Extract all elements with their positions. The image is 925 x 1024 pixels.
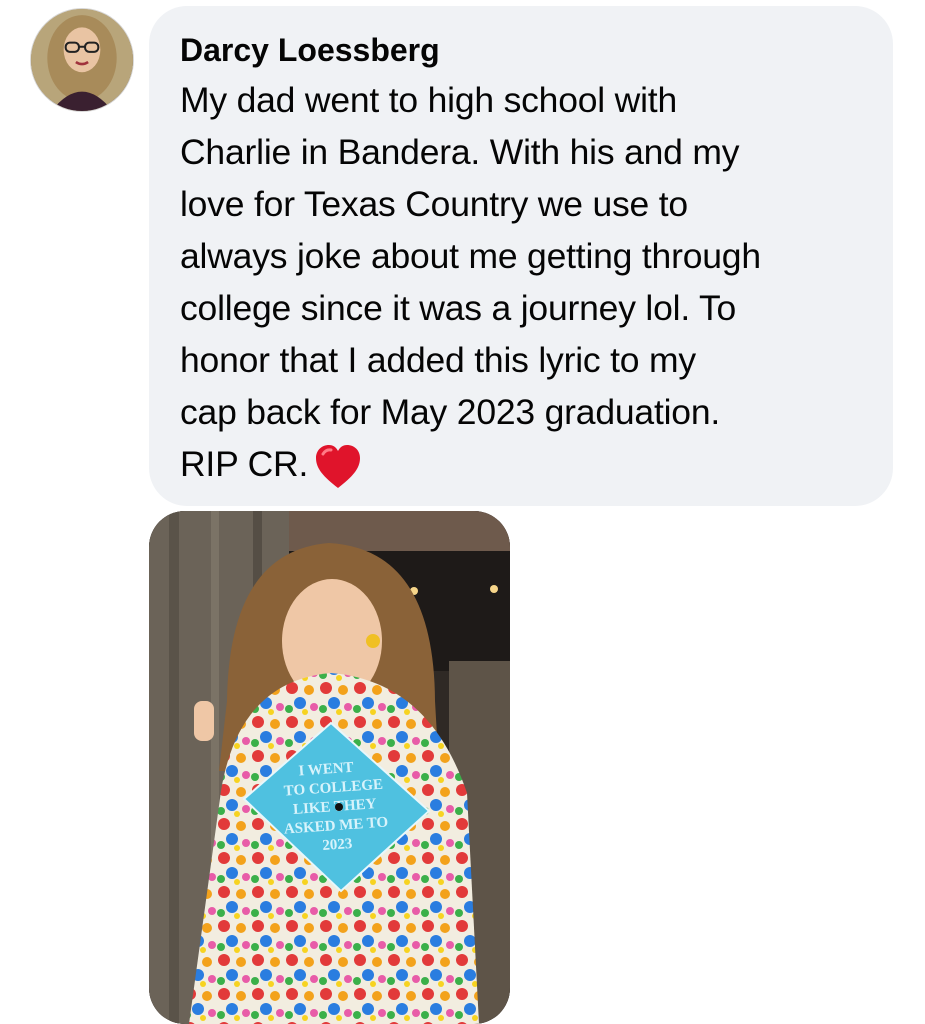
attached-photo[interactable]: I WENT TO COLLEGE LIKE THEY ASKED ME TO … <box>149 511 510 1024</box>
comment-body: My dad went to high school with Charlie … <box>180 80 761 484</box>
cap-text-line: 2023 <box>322 836 353 854</box>
heart-icon <box>316 444 361 488</box>
graduate-photo: I WENT TO COLLEGE LIKE THEY ASKED ME TO … <box>149 511 510 1024</box>
avatar-image <box>31 9 133 111</box>
comment-bubble: Darcy Loessberg My dad went to high scho… <box>149 6 893 506</box>
author-avatar[interactable] <box>30 8 134 112</box>
comment-author-name[interactable]: Darcy Loessberg <box>180 30 863 70</box>
comment-text: My dad went to high school with Charlie … <box>180 74 863 490</box>
